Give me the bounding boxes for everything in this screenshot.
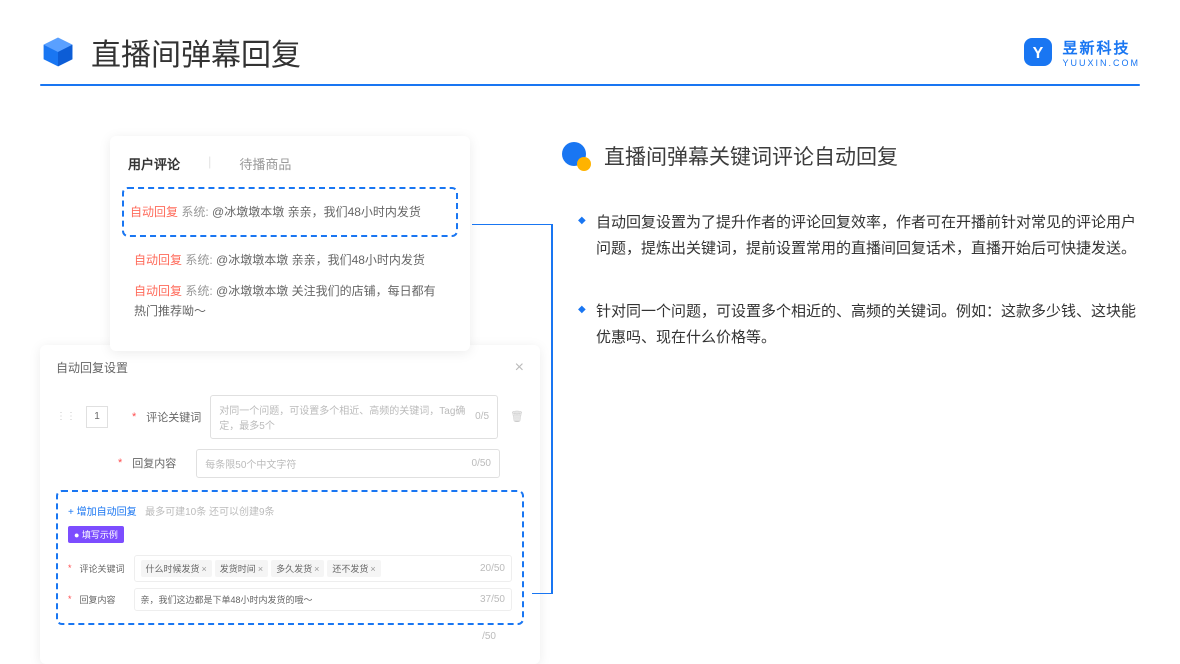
tag-list: 什么时候发货发货时间多久发货还不发货 — [141, 560, 384, 577]
tag-chip[interactable]: 多久发货 — [271, 560, 324, 577]
bullet-2: 针对同一个问题，可设置多个相近的、高频的关键词。例如：这款多少钱、这块能优惠吗、… — [578, 299, 1140, 352]
example-content-row: * 回复内容 亲，我们这边都是下单48小时内发货的哦～ 37/50 — [68, 588, 512, 611]
page-title: 直播间弹幕回复 — [91, 30, 301, 74]
brand-icon: Y — [1022, 36, 1054, 68]
tag-chip[interactable]: 发货时间 — [215, 560, 268, 577]
chat-bubble-icon — [560, 140, 592, 172]
screenshot-mockup: 用户评论 | 待播商品 自动回复 系统: @冰墩墩本墩 亲亲，我们48小时内发货… — [40, 136, 520, 664]
example-keyword-input[interactable]: 什么时候发货发货时间多久发货还不发货 20/50 — [134, 555, 512, 582]
page-header: 直播间弹幕回复 Y 昱新科技 YUUXIN.COM — [0, 0, 1180, 84]
example-content-input[interactable]: 亲，我们这边都是下单48小时内发货的哦～ 37/50 — [134, 588, 512, 611]
outer-counter: /50 — [56, 631, 524, 642]
svg-text:Y: Y — [1033, 45, 1044, 62]
brand-url: YUUXIN.COM — [1062, 58, 1140, 68]
tab-pending-products[interactable]: 待播商品 — [239, 154, 291, 173]
description-column: 直播间弹幕关键词评论自动回复 自动回复设置为了提升作者的评论回复效率，作者可在开… — [560, 136, 1140, 664]
content-row: * 回复内容 每条限50个中文字符 0/50 — [56, 449, 524, 478]
settings-card: 自动回复设置 × ⋮⋮ 1 * 评论关键词 对同一个问题，可设置多个相近、高频的… — [40, 345, 540, 664]
example-badge: ● 填写示例 — [68, 526, 124, 543]
bullet-list: 自动回复设置为了提升作者的评论回复效率，作者可在开播前针对常见的评论用户问题，提… — [560, 210, 1140, 351]
delete-icon[interactable]: 🗑 — [510, 410, 524, 423]
add-auto-reply-link[interactable]: + 增加自动回复 — [68, 507, 137, 518]
comment-line-1: 自动回复 系统: @冰墩墩本墩 亲亲，我们48小时内发货 — [124, 197, 456, 227]
keyword-row: ⋮⋮ 1 * 评论关键词 对同一个问题，可设置多个相近、高频的关键词，Tag确定… — [56, 395, 524, 439]
cube-icon — [40, 34, 76, 70]
header-left: 直播间弹幕回复 — [40, 30, 301, 74]
comment-line-3: 自动回复 系统: @冰墩墩本墩 关注我们的店铺，每日都有热门推荐呦～ — [128, 276, 452, 327]
example-keyword-row: * 评论关键词 什么时候发货发货时间多久发货还不发货 20/50 — [68, 555, 512, 582]
content-input[interactable]: 每条限50个中文字符 0/50 — [196, 449, 500, 478]
tag-chip[interactable]: 什么时候发货 — [141, 560, 212, 577]
comment-card: 用户评论 | 待播商品 自动回复 系统: @冰墩墩本墩 亲亲，我们48小时内发货… — [110, 136, 470, 351]
system-tag: 系统: — [181, 205, 208, 219]
auto-reply-tag: 自动回复 — [130, 205, 178, 219]
required-star: * — [132, 411, 136, 423]
close-icon[interactable]: × — [515, 359, 524, 377]
keyword-label: 评论关键词 — [146, 409, 202, 425]
keyword-input[interactable]: 对同一个问题，可设置多个相近、高频的关键词，Tag确定，最多5个 0/5 — [210, 395, 498, 439]
add-hint: 最多可建10条 还可以创建9条 — [145, 507, 274, 518]
settings-title: 自动回复设置 — [56, 359, 128, 376]
section-title: 直播间弹幕关键词评论自动回复 — [604, 141, 898, 171]
comment-text: @冰墩墩本墩 亲亲，我们48小时内发货 — [212, 205, 421, 219]
tag-chip[interactable]: 还不发货 — [327, 560, 380, 577]
example-box: + 增加自动回复 最多可建10条 还可以创建9条 ● 填写示例 * 评论关键词 … — [56, 490, 524, 625]
comment-line-2: 自动回复 系统: @冰墩墩本墩 亲亲，我们48小时内发货 — [128, 245, 452, 275]
tab-user-comments[interactable]: 用户评论 — [128, 154, 180, 173]
content-label: 回复内容 — [132, 455, 188, 471]
tab-separator: | — [208, 154, 211, 173]
brand-name: 昱新科技 — [1062, 37, 1140, 58]
highlighted-comment: 自动回复 系统: @冰墩墩本墩 亲亲，我们48小时内发货 — [122, 187, 458, 237]
bullet-1: 自动回复设置为了提升作者的评论回复效率，作者可在开播前针对常见的评论用户问题，提… — [578, 210, 1140, 263]
tabs: 用户评论 | 待播商品 — [128, 154, 452, 173]
drag-handle-icon[interactable]: ⋮⋮ — [56, 411, 76, 422]
row-number: 1 — [86, 406, 108, 428]
brand-logo: Y 昱新科技 YUUXIN.COM — [1022, 36, 1140, 68]
